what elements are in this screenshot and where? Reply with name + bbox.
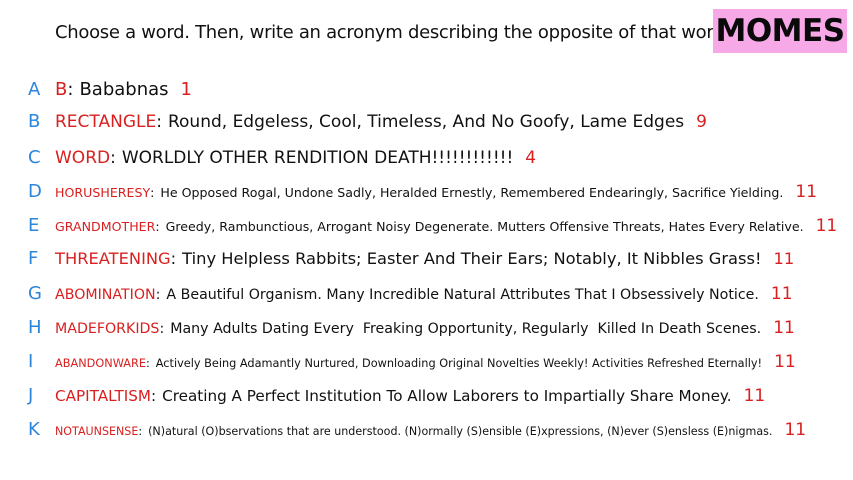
entry-description: Greedy, Rambunctious, Arrogant Noisy Deg… [165, 219, 804, 234]
entry-word: MADEFORKIDS [55, 321, 160, 337]
entry-row-i: I ABANDONWARE: Actively Being Adamantly … [28, 351, 796, 372]
entry-description: (N)atural (O)bservations that are unders… [148, 425, 773, 438]
entry-score: 9 [696, 112, 707, 132]
entry-score: 11 [795, 182, 818, 202]
entry-word: GRANDMOTHER [55, 219, 156, 234]
entry-score: 11 [773, 249, 795, 268]
entry-word: ABOMINATION [55, 287, 156, 303]
entry-row-a: A B: Bababnas 1 [28, 79, 192, 100]
entry-colon: : [155, 219, 160, 234]
entry-score: 11 [770, 284, 793, 304]
entry-score: 11 [774, 352, 796, 372]
entry-letter: J [28, 385, 34, 406]
entry-colon: : [156, 112, 162, 132]
entry-row-c: C WORD: WORLDLY OTHER RENDITION DEATH!!!… [28, 147, 536, 168]
entry-letter: C [28, 147, 41, 168]
entry-letter: G [28, 283, 42, 304]
entry-row-f: F THREATENING: Tiny Helpless Rabbits; Ea… [28, 248, 794, 269]
entry-description: Actively Being Adamantly Nurtured, Downl… [155, 357, 763, 370]
entry-description: Tiny Helpless Rabbits; Easter And Their … [182, 249, 762, 268]
entry-letter: K [28, 419, 40, 440]
entry-letter: A [28, 79, 41, 100]
entry-description: A Beautiful Organism. Many Incredible Na… [166, 287, 759, 303]
entry-row-k: K NOTAUNSENSE: (N)atural (O)bservations … [28, 419, 806, 440]
entry-description: Creating A Perfect Institution To Allow … [162, 387, 732, 405]
entry-score: 1 [180, 79, 192, 100]
entry-row-e: E GRANDMOTHER: Greedy, Rambunctious, Arr… [28, 215, 837, 236]
entry-word: NOTAUNSENSE [55, 425, 139, 438]
entry-colon: : [138, 425, 143, 438]
entry-row-d: D HORUSHERESY: He Opposed Rogal, Undone … [28, 181, 817, 202]
entry-word: THREATENING [55, 249, 171, 268]
entry-word: ABANDONWARE [55, 357, 146, 370]
entry-score: 11 [784, 420, 807, 440]
entry-colon: : [67, 79, 74, 100]
entry-colon: : [145, 357, 150, 370]
entry-description: Many Adults Dating Every Freaking Opport… [170, 321, 762, 337]
entry-letter: E [28, 215, 40, 236]
entry-letter: F [28, 248, 39, 269]
entry-colon: : [110, 148, 116, 168]
entry-letter: I [28, 351, 34, 372]
entry-word: B [55, 79, 68, 100]
entry-score: 11 [815, 216, 838, 236]
entry-score: 11 [743, 386, 766, 406]
entry-letter: H [28, 317, 42, 338]
entry-description: WORLDLY OTHER RENDITION DEATH!!!!!!!!!!!… [121, 148, 514, 168]
entry-colon: : [151, 387, 157, 405]
entry-description: Round, Edgeless, Cool, Timeless, And No … [167, 112, 685, 132]
entry-colon: : [155, 287, 161, 303]
entry-letter: D [28, 181, 42, 202]
entry-word: WORD [55, 148, 111, 168]
entry-colon: : [150, 185, 155, 200]
entry-score: 11 [773, 318, 795, 338]
entry-word: RECTANGLE [55, 112, 157, 132]
entry-row-g: G ABOMINATION: A Beautiful Organism. Man… [28, 283, 793, 304]
entry-word: HORUSHERESY [55, 185, 151, 200]
entry-description: He Opposed Rogal, Undone Sadly, Heralded… [160, 185, 784, 200]
entry-colon: : [170, 249, 177, 268]
entry-list: A B: Bababnas 1 B RECTANGLE: Round, Edge… [0, 0, 853, 480]
entry-letter: B [28, 111, 41, 132]
entry-row-h: H MADEFORKIDS: Many Adults Dating Every … [28, 317, 795, 338]
entry-word: CAPITALTISM [55, 387, 151, 405]
entry-description: Bababnas [79, 79, 169, 100]
entry-row-j: J CAPITALTISM: Creating A Perfect Instit… [28, 385, 765, 406]
entry-colon: : [159, 321, 165, 337]
entry-row-b: B RECTANGLE: Round, Edgeless, Cool, Time… [28, 111, 707, 132]
entry-score: 4 [525, 148, 537, 168]
